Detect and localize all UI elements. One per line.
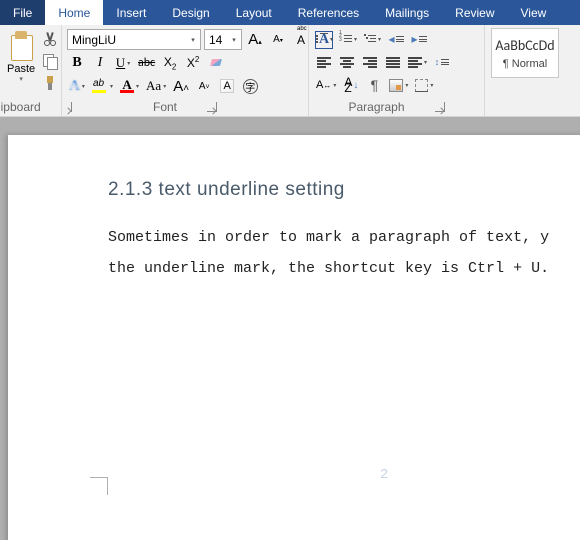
highlight-icon	[92, 79, 108, 93]
group-font: ▾ ▾ A▴ A▾ abcA A B I U▾ abc X2 X2 A▾ ▾ A…	[62, 25, 309, 116]
font-name-dropdown-icon[interactable]: ▾	[186, 30, 200, 49]
tab-mailings[interactable]: Mailings	[372, 0, 442, 25]
bullets-button[interactable]: ▾	[314, 29, 335, 49]
scissors-icon	[44, 32, 56, 46]
tab-design[interactable]: Design	[159, 0, 222, 25]
group-clipboard: Paste ▾ Clipboard	[0, 25, 62, 116]
bold-button[interactable]: B	[67, 53, 87, 73]
pilcrow-icon: ¶	[371, 77, 379, 93]
shrink-font2-button[interactable]: A˅	[194, 76, 214, 96]
copy-icon	[43, 54, 57, 68]
clear-formatting-button[interactable]	[206, 53, 226, 73]
borders-button[interactable]: ▾	[413, 75, 435, 95]
font-size-dropdown-icon[interactable]: ▾	[227, 30, 241, 49]
italic-button[interactable]: I	[90, 53, 110, 73]
margin-mark-icon	[90, 477, 108, 495]
font-color-button[interactable]: A▾	[118, 76, 141, 96]
superscript-button[interactable]: X2	[183, 53, 203, 73]
align-right-icon	[363, 56, 377, 68]
bullets-icon	[316, 33, 328, 45]
format-painter-button[interactable]	[41, 75, 59, 91]
increase-indent-button[interactable]: ▸	[409, 29, 429, 49]
align-left-button[interactable]	[314, 52, 334, 72]
underline-button[interactable]: U▾	[113, 53, 133, 73]
numbering-button[interactable]: ▾	[338, 29, 359, 49]
char-shading-button[interactable]: A	[217, 76, 237, 96]
font-group-label: Font	[153, 100, 177, 114]
paragraph-group-label: Paragraph	[348, 100, 404, 114]
show-marks-button[interactable]: ¶	[364, 75, 384, 95]
align-justify-icon	[386, 56, 400, 68]
shrink-font-button[interactable]: A▾	[268, 30, 288, 50]
grow-font-button[interactable]: A▴	[245, 30, 265, 50]
align-left-icon	[317, 56, 331, 68]
paragraph-launcher[interactable]	[435, 102, 445, 112]
font-size-combo[interactable]: ▾	[204, 29, 242, 50]
shading-icon	[389, 79, 403, 92]
align-distributed-button[interactable]: ▾	[406, 52, 429, 72]
line-spacing-button[interactable]: ↕	[432, 52, 452, 72]
multilevel-icon	[364, 33, 376, 45]
tab-review[interactable]: Review	[442, 0, 507, 25]
subscript-button[interactable]: X2	[160, 53, 180, 73]
font-launcher[interactable]	[207, 102, 217, 112]
paste-button[interactable]: Paste ▾	[5, 29, 37, 83]
eraser-icon	[209, 57, 223, 69]
text-direction-button[interactable]: A↔▾	[314, 75, 338, 95]
numbering-icon	[340, 33, 352, 45]
tab-file[interactable]: File	[0, 0, 45, 25]
page-number: 2	[380, 467, 388, 483]
phonetic-guide-button[interactable]: abcA	[291, 30, 311, 50]
ribbon: Paste ▾ Clipboard ▾ ▾ A▴ A▾ abcA A B I	[0, 25, 580, 117]
doc-heading[interactable]: 2.1.3 text underline setting	[108, 179, 580, 201]
strikethrough-button[interactable]: abc	[136, 53, 157, 73]
group-styles: AaBbCcDd ¶ Normal	[485, 25, 563, 116]
tab-home[interactable]: Home	[45, 0, 103, 25]
multilevel-button[interactable]: ▾	[362, 29, 383, 49]
align-right-button[interactable]	[360, 52, 380, 72]
cut-button[interactable]	[41, 31, 59, 47]
align-center-button[interactable]	[337, 52, 357, 72]
paste-icon	[7, 29, 35, 61]
tab-view[interactable]: View	[508, 0, 560, 25]
copy-button[interactable]	[41, 53, 59, 69]
style-sample: AaBbCcDd	[495, 37, 554, 54]
shading-button[interactable]: ▾	[387, 75, 410, 95]
clipboard-group-label: Clipboard	[0, 100, 41, 114]
tab-references[interactable]: References	[285, 0, 372, 25]
tab-insert[interactable]: Insert	[103, 0, 159, 25]
sort-button[interactable]: AZ	[341, 75, 361, 95]
text-effects-button[interactable]: A▾	[67, 76, 87, 96]
paste-dropdown-icon[interactable]: ▾	[19, 75, 23, 83]
font-size-input[interactable]	[205, 30, 227, 49]
doc-line-2[interactable]: the underline mark, the shortcut key is …	[108, 254, 580, 285]
style-name: ¶ Normal	[503, 58, 547, 70]
style-normal[interactable]: AaBbCcDd ¶ Normal	[491, 28, 559, 78]
align-center-icon	[340, 56, 354, 68]
align-distributed-icon	[408, 56, 422, 68]
brush-icon	[44, 76, 56, 90]
font-name-combo[interactable]: ▾	[67, 29, 201, 50]
line-spacing-icon: ↕	[435, 57, 450, 67]
highlight-button[interactable]: ▾	[90, 76, 115, 96]
align-justify-button[interactable]	[383, 52, 403, 72]
sort-icon: AZ	[344, 79, 358, 91]
group-paragraph: ▾ ▾ ▾ ◂ ▸ ▾ ↕ A↔▾ AZ ¶ ▾ ▾ Parag	[309, 25, 485, 116]
enclose-char-button[interactable]: 字	[240, 76, 260, 96]
decrease-indent-button[interactable]: ◂	[386, 29, 406, 49]
document-area[interactable]: 2.1.3 text underline setting Sometimes i…	[0, 117, 580, 540]
borders-icon	[415, 79, 428, 92]
tab-layout[interactable]: Layout	[223, 0, 285, 25]
page[interactable]: 2.1.3 text underline setting Sometimes i…	[8, 135, 580, 540]
change-case-button[interactable]: Aa▾	[144, 76, 168, 96]
ribbon-tabs: File Home Insert Design Layout Reference…	[0, 0, 580, 25]
paste-label: Paste	[7, 63, 35, 75]
doc-line-1[interactable]: Sometimes in order to mark a paragraph o…	[108, 223, 580, 254]
grow-font2-button[interactable]: A˄	[171, 76, 191, 96]
font-name-input[interactable]	[68, 30, 186, 49]
